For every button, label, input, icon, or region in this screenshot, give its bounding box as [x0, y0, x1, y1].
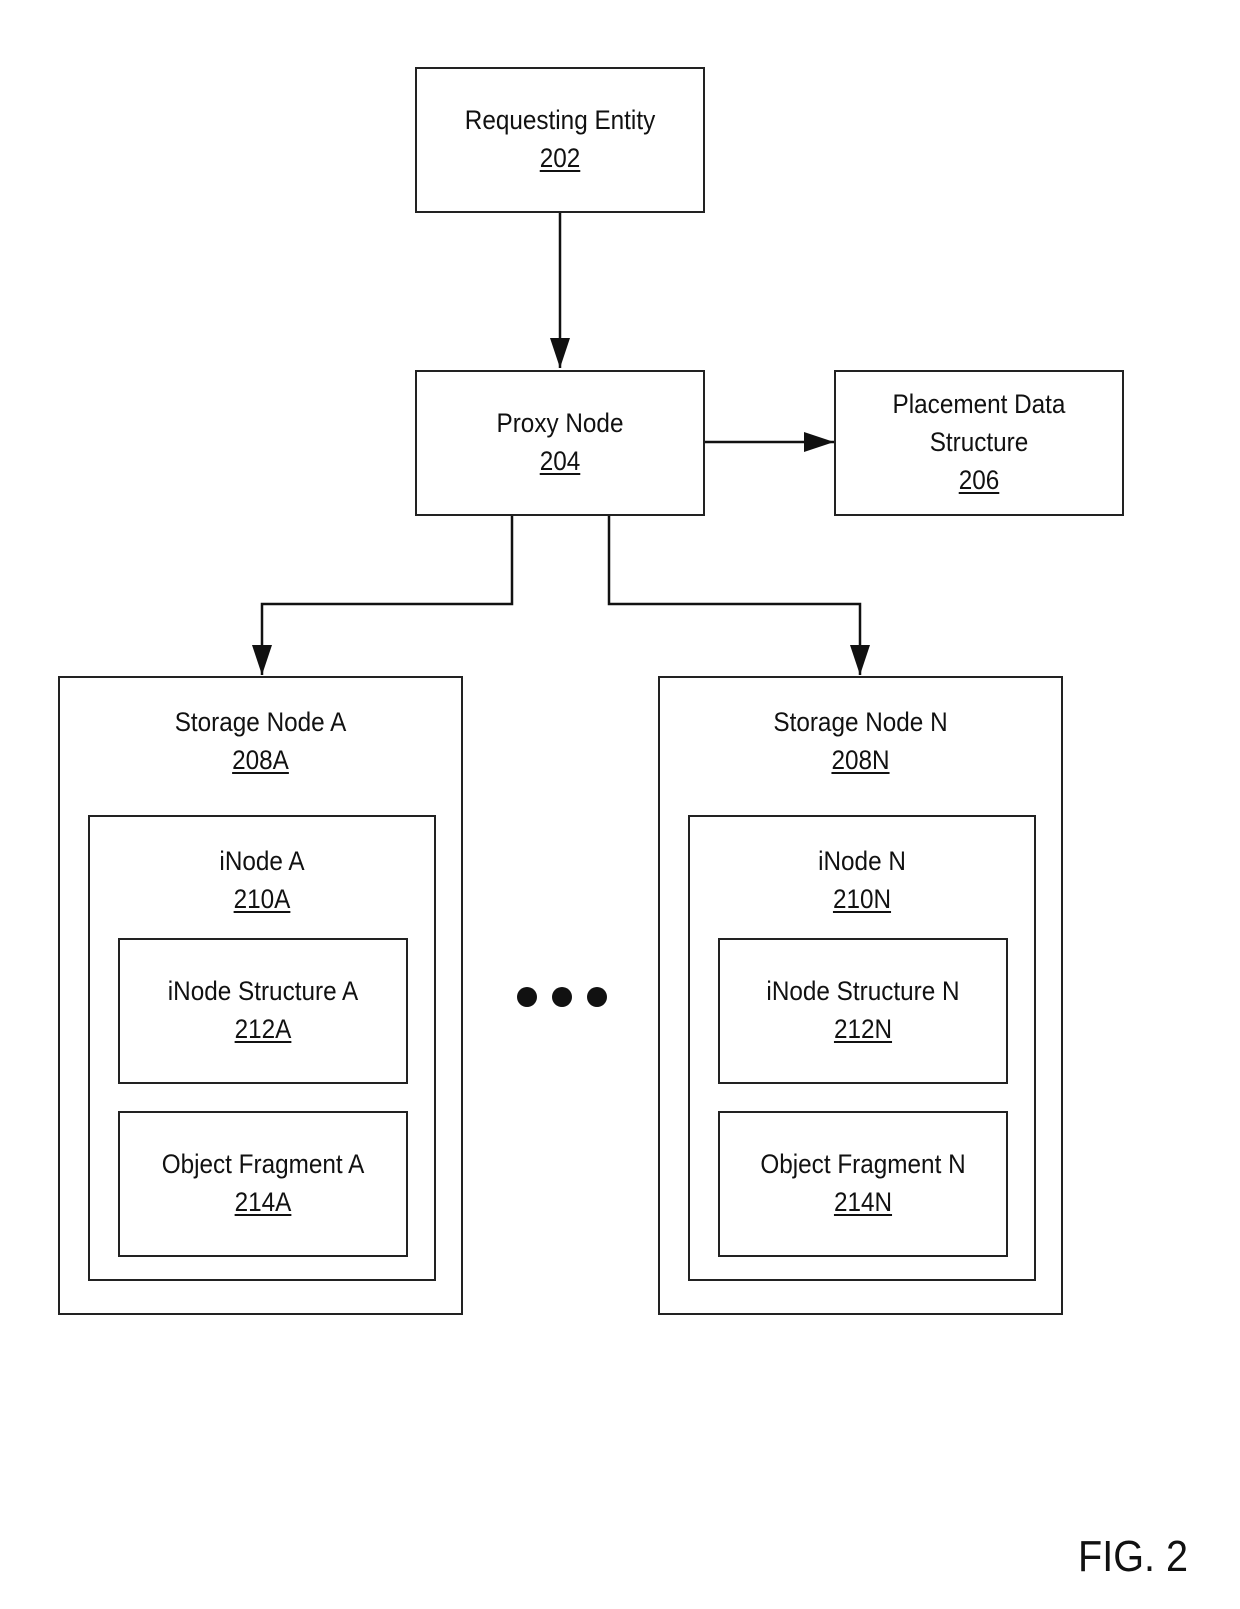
requesting-entity-title: Requesting Entity	[464, 105, 656, 135]
object-fragment-a-title: Object Fragment A	[161, 1149, 365, 1179]
placement-title-line1: Placement Data	[892, 389, 1066, 419]
proxy-node-box: Proxy Node 204	[415, 370, 705, 516]
object-fragment-n-box: Object Fragment N 214N	[718, 1111, 1008, 1257]
proxy-node-title: Proxy Node	[496, 408, 624, 438]
inode-n-ref: 210N	[832, 884, 892, 914]
inode-structure-a-box: iNode Structure A 212A	[118, 938, 408, 1084]
arrow-204-208N	[599, 486, 870, 675]
object-fragment-n-title: Object Fragment N	[760, 1149, 966, 1179]
inode-a-title: iNode A	[219, 846, 305, 876]
inode-structure-a-title: iNode Structure A	[167, 976, 359, 1006]
storage-node-n-box: Storage Node N 208N iNode N 210N iNode S…	[658, 676, 1063, 1315]
object-fragment-a-box: Object Fragment A 214A	[118, 1111, 408, 1257]
inode-n-title: iNode N	[818, 846, 906, 876]
storage-node-n-title: Storage Node N	[773, 707, 948, 737]
proxy-node-ref: 204	[539, 446, 581, 476]
inode-structure-n-title: iNode Structure N	[766, 976, 960, 1006]
placement-title-line2: Structure	[929, 427, 1029, 457]
inode-a-ref: 210A	[233, 884, 291, 914]
figure-label: FIG. 2	[1078, 1532, 1189, 1581]
arrow-204-208A	[252, 486, 522, 675]
storage-node-a-ref: 208A	[232, 745, 289, 775]
object-fragment-n-ref: 214N	[833, 1187, 893, 1217]
requesting-entity-box: Requesting Entity 202	[415, 67, 705, 213]
storage-node-a-box: Storage Node A 208A iNode A 210A iNode S…	[58, 676, 463, 1315]
inode-structure-n-box: iNode Structure N 212N	[718, 938, 1008, 1084]
ellipsis-dot	[587, 987, 607, 1007]
storage-node-a-title: Storage Node A	[174, 707, 347, 737]
inode-structure-a-ref: 212A	[234, 1014, 292, 1044]
object-fragment-a-ref: 214A	[234, 1187, 292, 1217]
ellipsis-dot	[517, 987, 537, 1007]
placement-ref: 206	[958, 465, 1000, 495]
ellipsis-dot	[552, 987, 572, 1007]
storage-node-n-ref: 208N	[831, 745, 890, 775]
requesting-entity-ref: 202	[539, 143, 581, 173]
inode-n-box: iNode N 210N iNode Structure N 212N Obje…	[688, 815, 1036, 1281]
placement-data-structure-box: Placement Data Structure 206	[834, 370, 1124, 516]
inode-structure-n-ref: 212N	[833, 1014, 893, 1044]
inode-a-box: iNode A 210A iNode Structure A 212A Obje…	[88, 815, 436, 1281]
